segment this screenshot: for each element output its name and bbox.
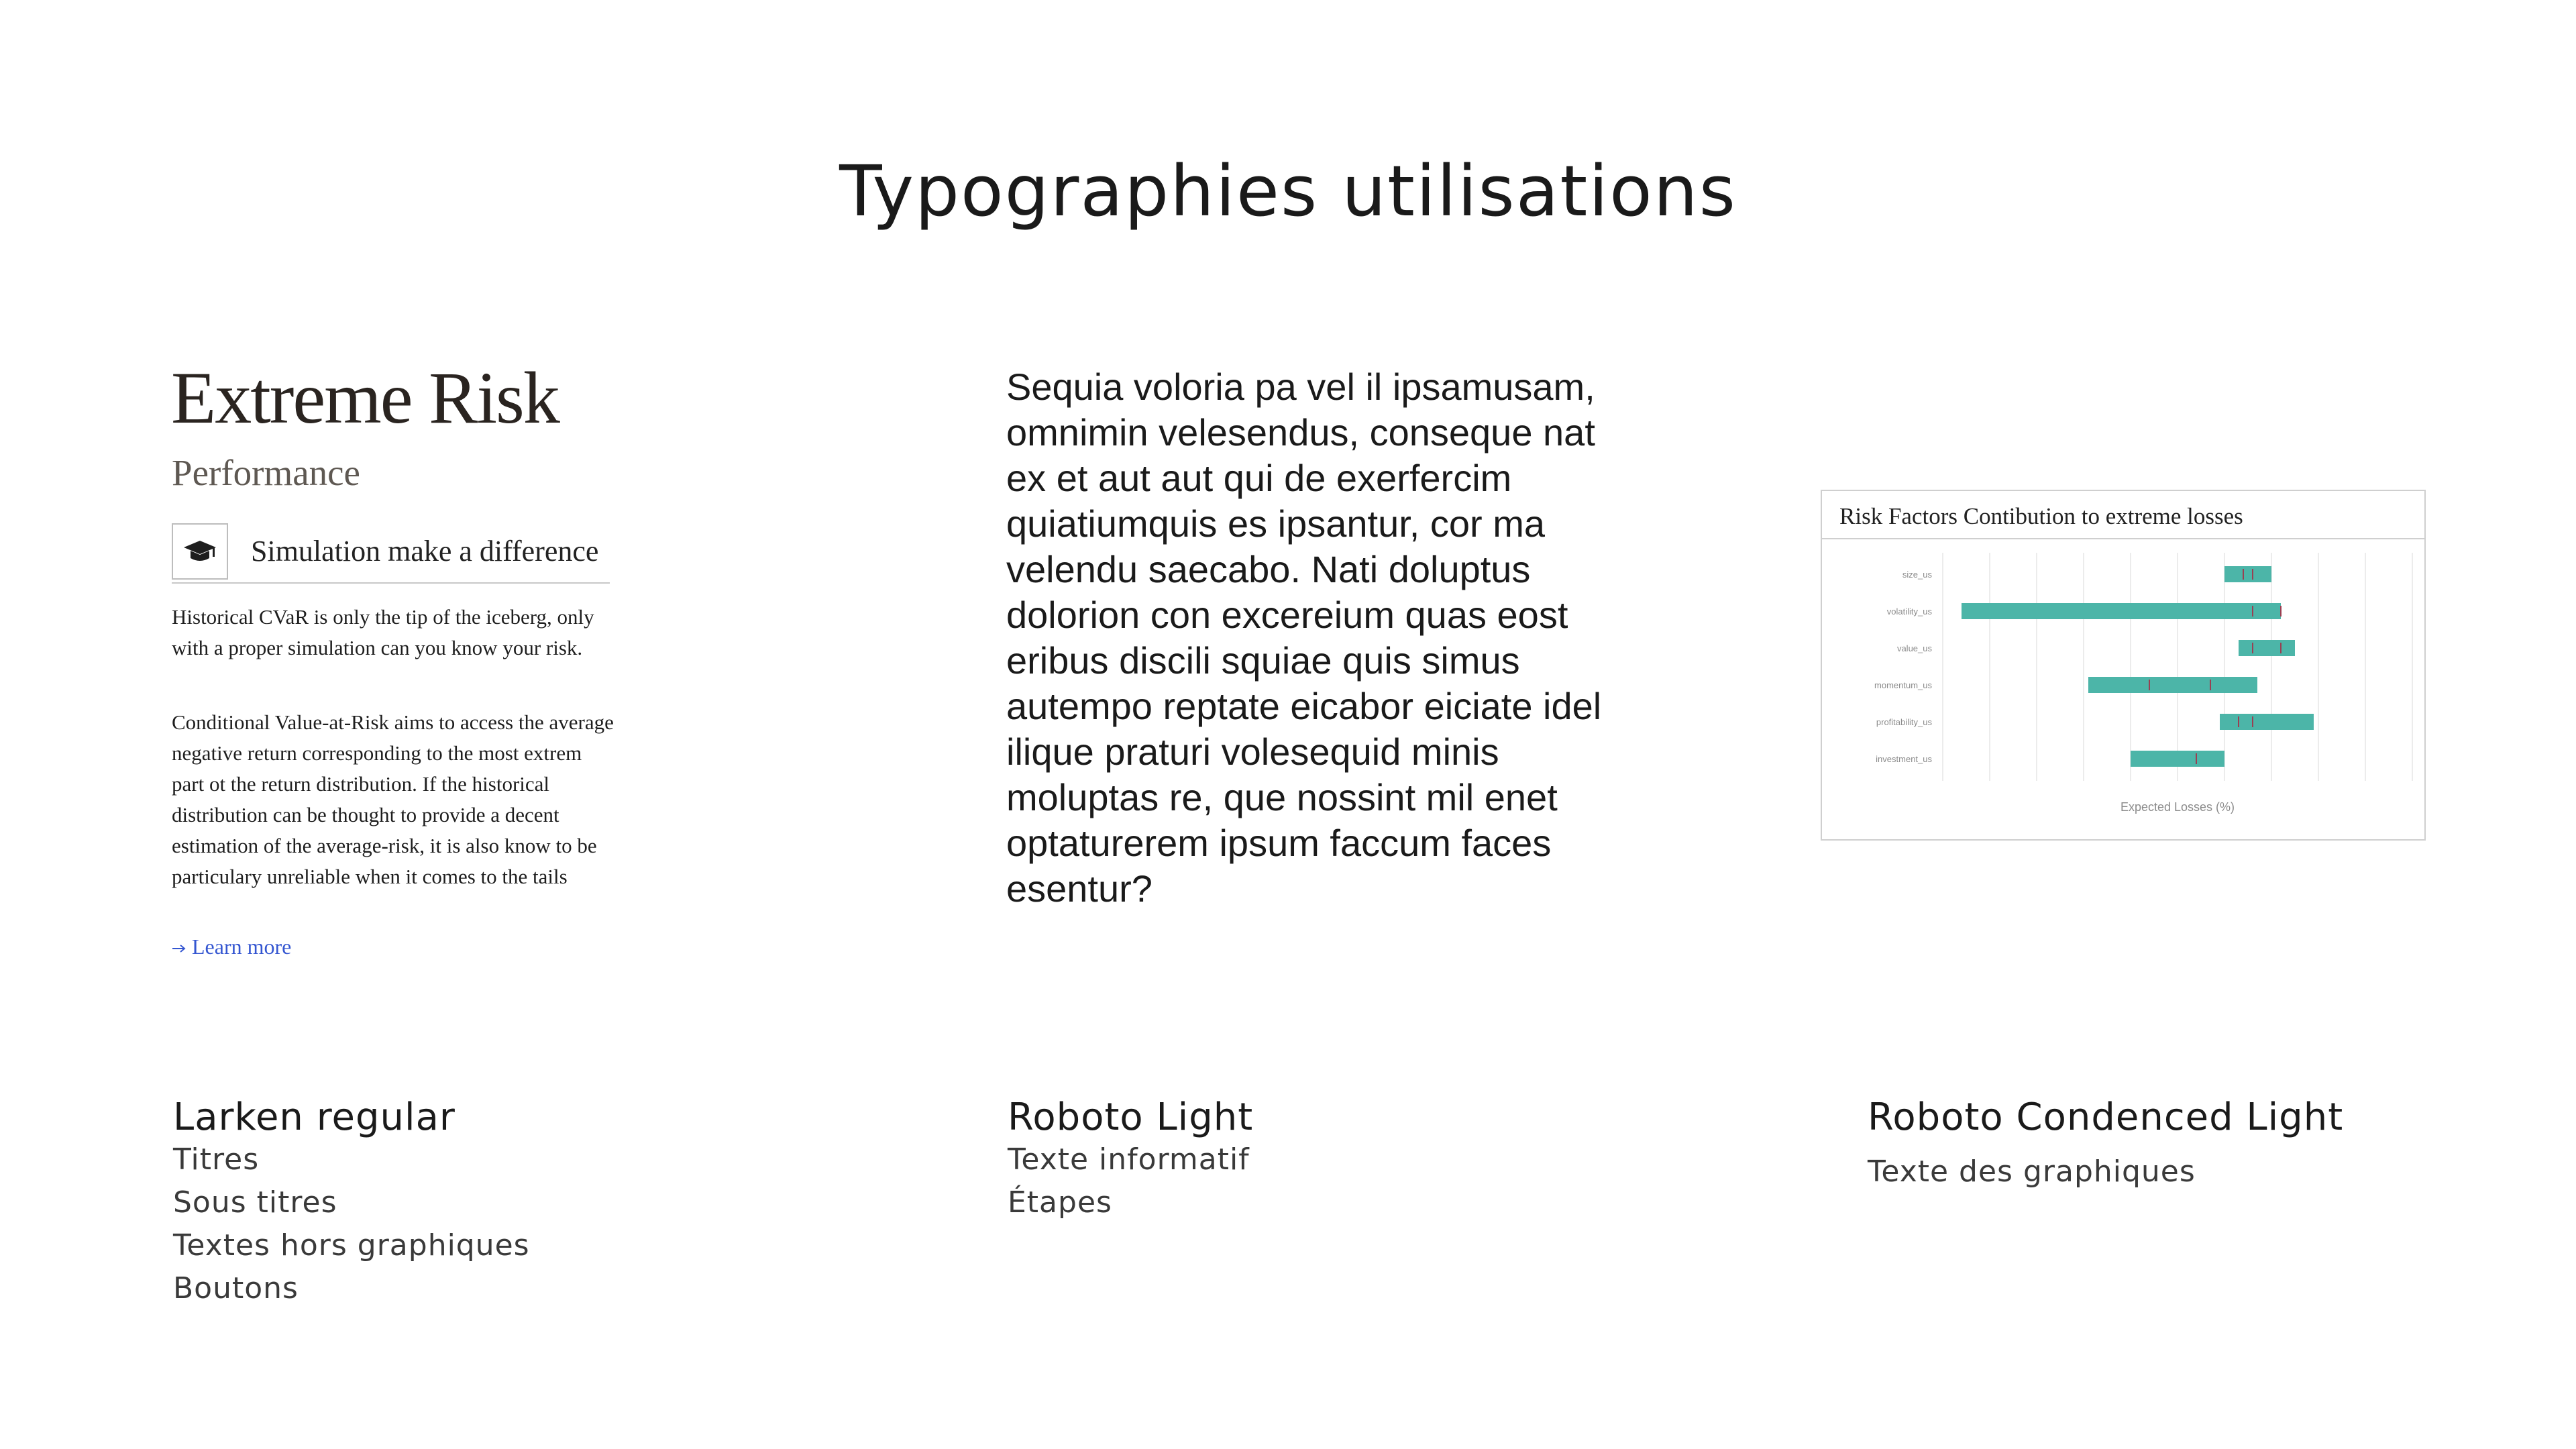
legend-column: Roboto Light Texte informatif Étapes — [1008, 1097, 1253, 1224]
chart-bar — [1962, 603, 2281, 619]
usage-item: Textes hors graphiques — [173, 1228, 530, 1263]
chart-category-label: size_us — [1902, 570, 1933, 580]
font-name: Roboto Light — [1008, 1095, 1254, 1139]
chart-category-label: value_us — [1897, 643, 1933, 653]
arrow-right-icon — [172, 934, 186, 959]
chart-plot: size_us volatility_us value_us momentum_usp… — [1874, 553, 2413, 814]
feature-label: Simulation make a difference — [251, 535, 599, 568]
feature-row: Simulation make a difference — [172, 523, 610, 584]
sample-subtitle: Performance — [172, 452, 360, 493]
usage-list: Texte des graphiques — [1868, 1150, 2343, 1193]
usage-item: Étapes — [1008, 1185, 1112, 1220]
page-title: Typographies utilisations — [839, 150, 1737, 232]
font-name: Larken regular — [173, 1095, 455, 1139]
chart-bar — [2239, 640, 2295, 656]
chart-category-label: volatility_us — [1887, 606, 1933, 616]
chart-category-label: profitability_us — [1876, 717, 1933, 727]
learn-more-label: Learn more — [192, 934, 292, 959]
chart-bar — [2224, 566, 2271, 582]
chart-bar — [2220, 714, 2314, 730]
learn-more-link[interactable]: Learn more — [172, 934, 291, 959]
legend-column: Roboto Condenced Light Texte des graphiq… — [1868, 1097, 2343, 1193]
usage-item: Texte des graphiques — [1868, 1154, 2196, 1189]
chart-title: Risk Factors Contibution to extreme loss… — [1839, 503, 2243, 529]
usage-item: Texte informatif — [1008, 1142, 1250, 1177]
font-name: Roboto Condenced Light — [1868, 1095, 2344, 1139]
chart-bar — [2088, 677, 2257, 693]
graduation-cap-icon — [172, 523, 228, 580]
legend-column: Larken regular Titres Sous titres Textes… — [173, 1097, 530, 1310]
chart-category-label: momentum_us — [1874, 680, 1932, 690]
usage-list: Texte informatif Étapes — [1008, 1138, 1253, 1224]
usage-item: Sous titres — [173, 1185, 337, 1220]
informative-text: Sequia voloria pa vel il ipsamusam, omni… — [1006, 366, 1602, 910]
chart-category-label: investment_us — [1876, 754, 1932, 764]
usage-list: Titres Sous titres Textes hors graphique… — [173, 1138, 530, 1310]
usage-item: Titres — [173, 1142, 260, 1177]
usage-item: Boutons — [173, 1271, 299, 1305]
sample-title: Extreme Risk — [171, 357, 560, 439]
chart-card: Risk Factors Contibution to extreme loss… — [1821, 490, 2426, 841]
chart-bar — [2131, 751, 2224, 767]
body-paragraph: Historical CVaR is only the tip of the i… — [172, 605, 594, 659]
body-paragraph: Conditional Value-at-Risk aims to access… — [172, 710, 614, 888]
chart-xlabel: Expected Losses (%) — [2121, 800, 2235, 814]
